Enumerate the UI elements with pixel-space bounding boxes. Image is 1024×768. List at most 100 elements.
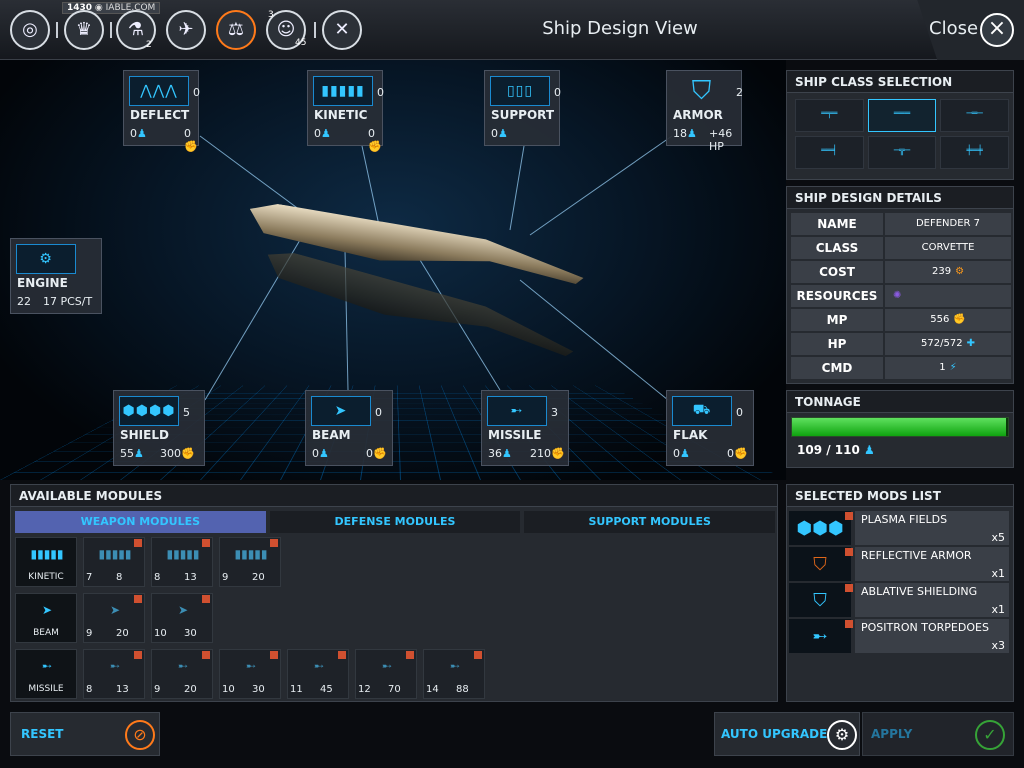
remove-tag[interactable] [845, 584, 853, 592]
empire-laurel-icon[interactable]: ♛ [64, 10, 104, 50]
armor-hp-value: +46 HP [709, 127, 733, 153]
module-crew-value: 9 [154, 684, 161, 695]
module-option[interactable]: ▮▮▮▮▮ 9 20 [219, 537, 281, 587]
module-option[interactable]: ➸ 10 30 [219, 649, 281, 699]
beam-category[interactable]: ➤ BEAM [15, 593, 77, 643]
ship-class-option[interactable]: ═╤═ [795, 99, 864, 132]
module-option[interactable]: ➸ 14 88 [423, 649, 485, 699]
module-crew-value: 14 [426, 684, 439, 695]
missile-label: MISSILE [488, 428, 542, 442]
ship-class-option[interactable]: ─═─ [940, 99, 1009, 132]
new-tag [338, 651, 346, 659]
module-option[interactable]: ➸ 9 20 [151, 649, 213, 699]
tonnage-panel: TONNAGE 109 / 110 ♟ [786, 390, 1014, 468]
armor-count: 2 [736, 86, 743, 99]
module-tabs: WEAPON MODULES DEFENSE MODULES SUPPORT M… [15, 511, 776, 533]
hp-plus-icon: ✚ [966, 338, 975, 349]
tab-weapon-modules[interactable]: WEAPON MODULES [15, 511, 266, 533]
detail-key: CMD [791, 357, 883, 379]
support-left-value: 0♟ [491, 127, 508, 140]
close-button-label[interactable]: Close [929, 18, 978, 39]
remove-tag[interactable] [845, 620, 853, 628]
shield-count: 5 [183, 406, 190, 419]
beam-icon: ➤ [41, 603, 53, 617]
beam-category-label: BEAM [33, 628, 59, 638]
ship-name-field[interactable]: DEFENDER 7 [885, 213, 1011, 235]
module-option[interactable]: ➸ 12 70 [355, 649, 417, 699]
new-tag [406, 651, 414, 659]
armor-module-box[interactable]: ⛉ 2 ARMOR 18♟ +46 HP [666, 70, 743, 153]
kinetic-module-box[interactable]: ▮▮▮▮▮ 0 KINETIC 0♟ 0✊ [307, 70, 384, 153]
missile-module-box[interactable]: ➸ 3 MISSILE 36♟ 210✊ [481, 390, 569, 466]
reset-button[interactable]: RESET ⊘ [10, 712, 160, 756]
module-option[interactable]: ➸ 8 13 [83, 649, 145, 699]
detail-row-resources: RESOURCES ✺ [791, 285, 1011, 307]
selected-mod-item[interactable]: ⬢⬢⬢ PLASMA FIELDS x5 [789, 511, 1009, 545]
detail-key: COST [791, 261, 883, 283]
module-option[interactable]: ➤ 9 20 [83, 593, 145, 643]
top-bar: ◎ 1430 ◉ IABLE.COM ♛ ⚗ 2 ✈ ⚖ ☺ 3 45 ✕ Sh… [0, 0, 1024, 60]
kinetic-category[interactable]: ▮▮▮▮▮ KINETIC [15, 537, 77, 587]
module-option[interactable]: ▮▮▮▮▮ 7 8 [83, 537, 145, 587]
selected-mod-item[interactable]: ⛉ REFLECTIVE ARMOR x1 [789, 547, 1009, 581]
selected-mod-item[interactable]: ⛉ ABLATIVE SHIELDING x1 [789, 583, 1009, 617]
remove-tag[interactable] [845, 512, 853, 520]
detail-row-cost: COST 239 ⚙ [791, 261, 1011, 283]
new-tag [202, 539, 210, 547]
support-module-box[interactable]: ▯▯▯ 0 SUPPORT 0♟ [484, 70, 561, 146]
apply-button[interactable]: APPLY ✓ [862, 712, 1014, 756]
engine-speed: 17 PCS/T [43, 295, 93, 308]
armor-label: ARMOR [673, 108, 723, 122]
positron-torpedoes-missile-icon: ➸ [789, 619, 851, 653]
tab-support-modules[interactable]: SUPPORT MODULES [524, 511, 776, 533]
beam-left-value: 0♟ [312, 447, 329, 460]
kinetic-count: 0 [377, 86, 384, 99]
module-option[interactable]: ➤ 10 30 [151, 593, 213, 643]
flak-module-box[interactable]: ⛟ 0 FLAK 0♟ 0✊ [666, 390, 754, 466]
ship-design-icon[interactable]: ✈ [166, 10, 206, 50]
remove-tag[interactable] [845, 548, 853, 556]
module-power-value: 20 [184, 684, 197, 695]
detail-value: 239 ⚙ [885, 261, 1011, 283]
selected-mod-item[interactable]: ➸ POSITRON TORPEDOES x3 [789, 619, 1009, 653]
auto-upgrade-button[interactable]: AUTO UPGRADE ⚙ [714, 712, 860, 756]
ship-class-option-selected[interactable]: ═══ [867, 99, 937, 132]
deflect-icon: ⋀⋀⋀ [129, 76, 189, 106]
action-bar: RESET ⊘ AUTO UPGRADE ⚙ APPLY ✓ [10, 710, 1014, 762]
beam-module-box[interactable]: ➤ 0 BEAM 0♟ 0✊ [305, 390, 393, 466]
tab-defense-modules[interactable]: DEFENSE MODULES [269, 511, 521, 533]
research-badge: 2 [146, 40, 152, 50]
selected-mod-count: x5 [991, 531, 1005, 544]
shield-module-box[interactable]: ⬢⬢⬢⬢ 5 SHIELD 55♟ 300✊ [113, 390, 205, 466]
missile-left-value: 36♟ [488, 447, 512, 460]
detail-key: CLASS [791, 237, 883, 259]
ship-class-option[interactable]: ─╦─ [867, 136, 937, 169]
ship-class-option[interactable]: ══╡ [795, 136, 864, 169]
module-power-value: 20 [116, 628, 129, 639]
flak-left-value: 0♟ [673, 447, 690, 460]
deflect-module-box[interactable]: ⋀⋀⋀ 0 DEFLECT 0♟ 0✊ [123, 70, 200, 153]
ship-details-title: SHIP DESIGN DETAILS [787, 187, 1013, 209]
galaxy-icon[interactable]: ◎ [10, 10, 50, 50]
module-option[interactable]: ➸ 11 45 [287, 649, 349, 699]
engine-label: ENGINE [17, 276, 68, 290]
close-icon[interactable]: × [980, 13, 1014, 47]
reflective-armor-shield-icon: ⛉ [789, 547, 851, 581]
settings-tools-icon[interactable]: ✕ [322, 10, 362, 50]
ship-class-option[interactable]: ╪═╪ [940, 136, 1009, 169]
module-crew-value: 8 [154, 572, 161, 583]
reset-cancel-icon: ⊘ [125, 720, 155, 750]
detail-key: HP [791, 333, 883, 355]
module-option[interactable]: ▮▮▮▮▮ 8 13 [151, 537, 213, 587]
deflect-right-value: 0✊ [184, 127, 198, 153]
missile-icon: ➸ [41, 659, 53, 673]
module-power-value: 13 [116, 684, 129, 695]
engine-module-box[interactable]: ⚙ ENGINE 22 17 PCS/T [10, 238, 102, 314]
kinetic-category-label: KINETIC [28, 572, 64, 582]
shield-label: SHIELD [120, 428, 169, 442]
diplomacy-icon[interactable]: ⚖ [216, 10, 256, 50]
module-power-value: 88 [456, 684, 469, 695]
selected-mod-name: PLASMA FIELDS [855, 511, 1009, 545]
missile-category[interactable]: ➸ MISSILE [15, 649, 77, 699]
tonnage-bar [791, 417, 1009, 437]
